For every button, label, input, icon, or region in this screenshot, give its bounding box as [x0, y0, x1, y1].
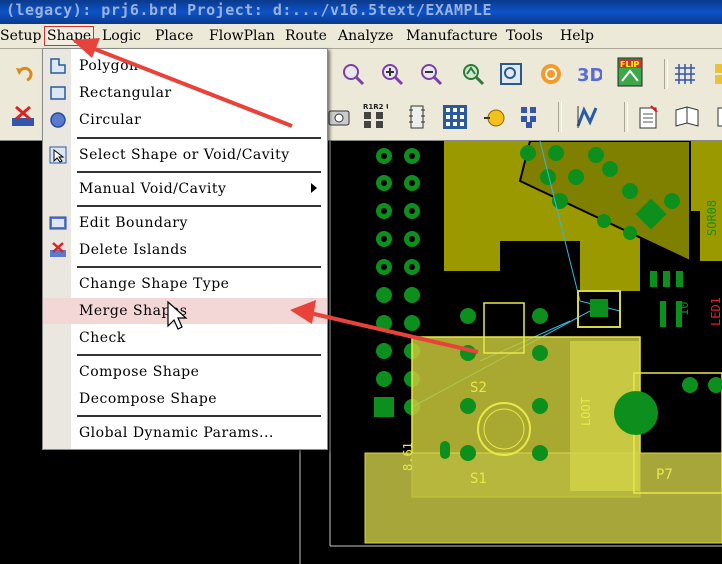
menu-separator [77, 171, 321, 173]
menu-flowplan[interactable]: FlowPlan [209, 28, 275, 44]
silk-sor08: SOR08 [705, 200, 719, 236]
menu-item-label: Rectangular [79, 85, 172, 101]
window-title: (legacy): prj6.brd Project: d:.../v16.5t… [6, 1, 493, 19]
3d-label: 3D [577, 65, 602, 86]
refresh-icon[interactable] [538, 61, 564, 87]
menu-setup[interactable]: Setup [0, 28, 41, 44]
silk-s1: S1 [470, 471, 487, 487]
submenu-arrow-icon [311, 183, 317, 193]
zoom-window-icon[interactable] [498, 61, 524, 87]
grid-icon[interactable] [672, 61, 698, 87]
camera-icon[interactable] [326, 104, 352, 130]
polygon-icon [49, 57, 67, 75]
menu-item-label: Polygon [79, 58, 139, 74]
component-icon[interactable] [404, 104, 430, 130]
menu-item-delete-islands[interactable]: Delete Islands [43, 237, 327, 263]
document-icon[interactable] [674, 104, 700, 130]
menu-item-label: Change Shape Type [79, 276, 230, 292]
silk-p7: P7 [656, 467, 673, 483]
toolbar-separator [664, 59, 668, 89]
menu-item-label: Edit Boundary [79, 215, 188, 231]
menu-item-merge-shapes[interactable]: Merge Shapes [43, 298, 327, 324]
shape-menu: Polygon Rectangular Circular Select Shap… [42, 48, 328, 450]
menu-item-decompose-shape[interactable]: Decompose Shape [43, 386, 327, 412]
menu-item-label: Manual Void/Cavity [79, 181, 227, 197]
menu-item-edit-boundary[interactable]: Edit Boundary [43, 210, 327, 236]
title-bar: (legacy): prj6.brd Project: d:.../v16.5t… [0, 0, 722, 24]
menu-item-label: Circular [79, 112, 142, 128]
menu-separator [77, 137, 321, 139]
menu-item-manual-void[interactable]: Manual Void/Cavity [43, 176, 327, 202]
menu-item-select-shape[interactable]: Select Shape or Void/Cavity [43, 142, 327, 168]
delete-icon[interactable] [10, 104, 36, 130]
zoom-in-icon[interactable] [379, 61, 405, 87]
circle-icon [49, 111, 67, 129]
zoom-out-icon[interactable] [418, 61, 444, 87]
menu-item-label: Global Dynamic Params... [79, 425, 274, 441]
menu-separator [77, 415, 321, 417]
menu-separator [77, 205, 321, 207]
menu-item-compose-shape[interactable]: Compose Shape [43, 359, 327, 385]
extra-icon[interactable] [710, 104, 722, 130]
zoom-fit-icon[interactable] [340, 61, 366, 87]
menu-manufacture[interactable]: Manufacture [406, 28, 498, 44]
undo-icon[interactable] [10, 61, 36, 87]
silk-861: 8.61 [401, 442, 415, 471]
toolbar-separator-3 [624, 102, 628, 132]
flip-label: FLIP [620, 60, 640, 69]
test-point-icon[interactable] [482, 104, 508, 130]
toolbar-separator-2 [558, 102, 562, 132]
menu-item-circular[interactable]: Circular [43, 107, 327, 133]
menu-logic[interactable]: Logic [102, 28, 141, 44]
route-icon[interactable] [576, 104, 602, 130]
report-icon[interactable] [636, 104, 662, 130]
menu-item-label: Select Shape or Void/Cavity [79, 147, 290, 163]
flip-icon[interactable]: FLIP [617, 57, 643, 87]
swap-label: R1R2 U1 U2 [363, 103, 388, 111]
menu-item-polygon[interactable]: Polygon [43, 53, 327, 79]
zoom-previous-icon[interactable] [460, 61, 486, 87]
via-array-icon[interactable] [442, 104, 468, 130]
silk-led1: LED1 [709, 297, 722, 326]
menu-bar: Setup Shape Logic Place FlowPlan Route A… [0, 24, 722, 49]
menu-item-label: Check [79, 330, 126, 346]
menu-item-label: Delete Islands [79, 242, 188, 258]
3d-view-icon[interactable]: 3D [576, 61, 602, 87]
silk-loot: LOOT [579, 397, 593, 426]
menu-separator [77, 354, 321, 356]
menu-item-label: Merge Shapes [79, 303, 188, 319]
menu-tools[interactable]: Tools [506, 28, 543, 44]
menu-item-global-dynamic-params[interactable]: Global Dynamic Params... [43, 420, 327, 446]
menu-item-check[interactable]: Check [43, 325, 327, 351]
menu-route[interactable]: Route [285, 28, 327, 44]
silk-s2: S2 [470, 380, 487, 396]
delete-islands-icon [49, 241, 67, 259]
silk-10: 10 [677, 302, 691, 316]
menu-item-label: Compose Shape [79, 364, 200, 380]
rectangle-icon [49, 84, 67, 102]
menu-item-label: Decompose Shape [79, 391, 218, 407]
swap-icon[interactable]: R1R2 U1 U2 [362, 102, 388, 128]
menu-analyze[interactable]: Analyze [338, 28, 394, 44]
edit-boundary-icon [49, 214, 67, 232]
place-grid-icon[interactable] [518, 104, 544, 130]
color-icon[interactable] [708, 61, 722, 87]
menu-shape[interactable]: Shape [44, 26, 95, 46]
menu-separator [77, 266, 321, 268]
menu-place[interactable]: Place [155, 28, 193, 44]
menu-item-rectangular[interactable]: Rectangular [43, 80, 327, 106]
menu-item-change-shape-type[interactable]: Change Shape Type [43, 271, 327, 297]
select-shape-icon [49, 146, 67, 164]
menu-help[interactable]: Help [560, 28, 594, 44]
